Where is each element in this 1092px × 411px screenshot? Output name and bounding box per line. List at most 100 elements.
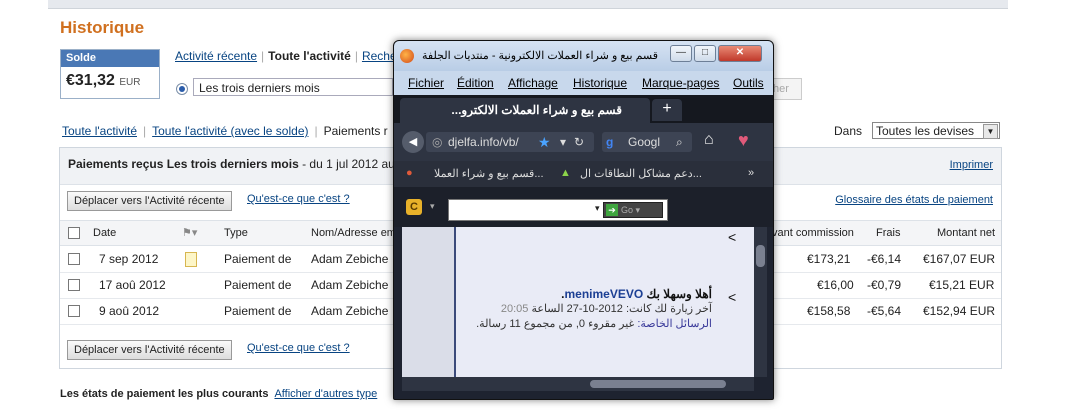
print-link[interactable]: Imprimer — [950, 159, 993, 171]
pm-line: الرسائل الخاصة: غير مقروء 0, من مجموع 11… — [442, 317, 712, 332]
browser-tab[interactable]: قسم بيع و شراء العملات الالكترو... — [400, 98, 650, 123]
currency-label: Dans — [834, 124, 863, 138]
go-label: Go — [621, 205, 634, 215]
menu-edition[interactable]: Édition — [457, 76, 494, 90]
firefox-icon — [400, 49, 414, 63]
row-checkbox[interactable] — [68, 279, 80, 291]
top-nav-strip — [48, 0, 1008, 9]
magnifier-icon[interactable]: ⌕ — [676, 132, 683, 152]
toolbar-search-input[interactable]: ▾ ➔ Go ▾ — [448, 199, 668, 221]
move-to-recent-button[interactable]: Déplacer vers l'Activité récente — [67, 191, 232, 211]
chevron-icon[interactable]: < — [728, 229, 736, 245]
activity-links: Toute l'activité | Toute l'activité (avec … — [62, 124, 388, 138]
currency-select[interactable]: Toutes les devises ▼ — [872, 122, 1000, 139]
dropdown-icon[interactable]: ▾ — [560, 132, 566, 152]
balance-amount: €31,32 EUR — [61, 67, 159, 95]
addon-c-icon[interactable]: C — [406, 199, 422, 215]
tab-search[interactable]: Reche — [362, 49, 397, 63]
addon-dropdown-icon[interactable]: ▾ — [430, 201, 435, 212]
row-type: Paiement de — [224, 278, 292, 292]
back-arrow-icon[interactable]: ◀ — [402, 131, 424, 153]
go-arrow-icon: ➔ — [606, 204, 618, 216]
google-icon: g — [606, 135, 614, 149]
home-icon[interactable]: ⌂ — [704, 131, 714, 149]
select-all-checkbox[interactable] — [68, 227, 80, 239]
row-name: Adam Zebiche — [311, 252, 389, 266]
bookmarks-bar: ● قسم بيع و شراء العملا... ▲ دعم مشاكل ا… — [394, 161, 773, 187]
address-bar[interactable]: ◎ djelfa.info/vb/ ★ ▾ ↻ — [426, 132, 594, 152]
row-date: 17 aoû 2012 — [99, 278, 166, 292]
welcome-block: أهلا وسهلا بك menimeVEVO. آخر زيارة لك ك… — [442, 287, 712, 332]
tab-recent-activity[interactable]: Activité récente — [175, 49, 257, 63]
row-gross: €16,00 — [817, 278, 854, 292]
bookmark-item[interactable]: قسم بيع و شراء العملا... — [434, 167, 544, 180]
last-visit-line: آخر زيارة لك كانت: 2012-10-27 الساعة 20:… — [442, 302, 712, 317]
menu-marque-pages[interactable]: Marque-pages — [642, 76, 719, 90]
row-checkbox[interactable] — [68, 253, 80, 265]
col-name[interactable]: Nom/Adresse em — [311, 227, 396, 239]
vertical-scrollbar[interactable] — [754, 227, 767, 377]
row-type: Paiement de — [224, 304, 292, 318]
common-states-label: Les états de paiement les plus courants — [60, 388, 269, 400]
horizontal-scrollbar[interactable] — [402, 377, 754, 391]
menu-outils[interactable]: Outils — [733, 76, 764, 90]
period-select[interactable]: Les trois derniers mois — [193, 78, 393, 96]
window-titlebar[interactable]: قسم بيع و شراء العملات الالكترونية - منت… — [394, 41, 773, 71]
tab-all-activity[interactable]: Toute l'activité — [268, 49, 351, 63]
reload-icon[interactable]: ↻ — [574, 132, 584, 152]
url-text: djelfa.info/vb/ — [448, 135, 519, 149]
site-identity-icon[interactable]: ◎ — [432, 132, 442, 152]
menu-affichage[interactable]: Affichage — [508, 76, 558, 90]
note-icon — [185, 252, 197, 267]
close-button[interactable]: ✕ — [718, 45, 762, 62]
balance-value: €31,32 — [66, 72, 115, 89]
more-bookmarks-icon[interactable]: » — [748, 167, 754, 179]
menu-fichier[interactable]: Fichier — [408, 76, 444, 90]
glossary-link[interactable]: Glossaire des états de paiement — [835, 194, 993, 206]
row-checkbox[interactable] — [68, 305, 80, 317]
link-all-activity[interactable]: Toute l'activité — [62, 124, 137, 138]
balance-label: Solde — [61, 50, 159, 67]
bookmark-star-icon[interactable]: ★ — [538, 132, 551, 152]
horizontal-scroll-thumb[interactable] — [590, 380, 726, 388]
show-more-types-link[interactable]: Afficher d'autres type — [274, 388, 377, 400]
heart-icon[interactable]: ♥ — [738, 130, 749, 151]
link-all-activity-balance[interactable]: Toute l'activité (avec le solde) — [152, 124, 308, 138]
row-net: €152,94 EUR — [923, 304, 996, 318]
bookmark-item[interactable]: دعم مشاكل النطاقات ال... — [580, 167, 702, 180]
link-payments-received: Paiements r — [323, 124, 388, 138]
menu-historique[interactable]: Historique — [573, 76, 627, 90]
col-net[interactable]: Montant net — [937, 227, 995, 239]
col-type[interactable]: Type — [224, 227, 248, 239]
minimize-button[interactable]: — — [670, 45, 692, 62]
browser-tab-title: قسم بيع و شراء العملات الالكترو... — [451, 103, 622, 117]
row-fee: -€5,64 — [867, 304, 902, 318]
maximize-button[interactable]: □ — [694, 45, 716, 62]
new-tab-button[interactable]: + — [652, 99, 682, 121]
row-name: Adam Zebiche — [311, 304, 389, 318]
move-to-recent-button-bottom[interactable]: Déplacer vers l'Activité récente — [67, 340, 232, 360]
welcome-text: أهلا وسهلا بك — [646, 287, 712, 301]
row-net: €167,07 EUR — [923, 252, 996, 266]
col-fee[interactable]: Frais — [876, 227, 900, 239]
col-date[interactable]: Date — [93, 227, 116, 239]
username-link[interactable]: menimeVEVO — [564, 287, 643, 301]
dropdown-icon[interactable]: ▾ — [595, 203, 600, 214]
what-is-this-link-bottom[interactable]: Qu'est-ce que c'est ? — [247, 342, 350, 354]
search-box[interactable]: g Googl ⌕ — [602, 132, 692, 152]
chevron-icon[interactable]: < — [728, 289, 736, 305]
go-button[interactable]: ➔ Go ▾ — [603, 202, 663, 218]
browser-window[interactable]: قسم بيع و شراء العملات الالكترونية - منت… — [393, 40, 774, 400]
what-is-this-link[interactable]: Qu'est-ce que c'est ? — [247, 193, 350, 205]
row-type: Paiement de — [224, 252, 292, 266]
page-content: < < أهلا وسهلا بك menimeVEVO. آخر زيارة … — [402, 227, 754, 377]
tab-strip: قسم بيع و شراء العملات الالكترو... + — [394, 95, 773, 123]
row-gross: €158,58 — [807, 304, 851, 318]
col-before-fee[interactable]: vant commission — [772, 227, 854, 239]
period-radio[interactable] — [176, 83, 188, 95]
last-visit-time: 20:05 — [500, 303, 529, 315]
pm-label-link[interactable]: الرسائل الخاصة: — [637, 318, 712, 330]
page-title: Historique — [60, 18, 145, 37]
flag-icon[interactable]: ⚑▾ — [182, 226, 197, 239]
vertical-scroll-thumb[interactable] — [756, 245, 765, 267]
